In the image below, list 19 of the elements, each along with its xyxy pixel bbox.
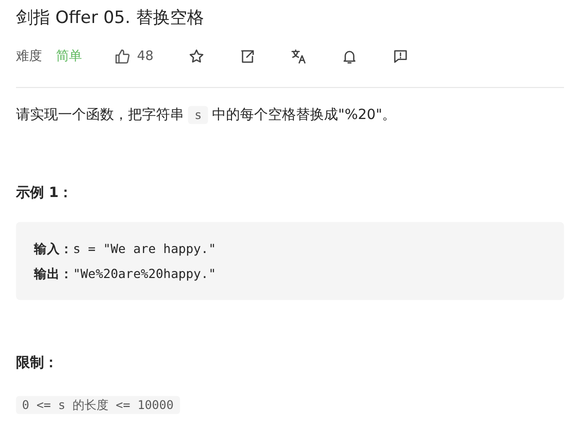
feedback-button[interactable]: [392, 48, 409, 64]
share-button[interactable]: [238, 48, 256, 64]
limits-heading: 限制：: [16, 354, 59, 372]
star-button[interactable]: [188, 48, 205, 64]
example-line: 输出："We%20are%20happy.": [34, 265, 217, 283]
star-icon: [188, 48, 205, 64]
thumbs-up-icon: [114, 48, 131, 64]
feedback-icon: [392, 48, 409, 64]
translate-button[interactable]: [290, 48, 307, 64]
translate-icon: [290, 48, 307, 64]
difficulty-value: 简单: [56, 48, 82, 65]
example-heading: 示例 1：: [16, 184, 74, 202]
like-button[interactable]: 48: [114, 48, 154, 64]
constraint-code: 0 <= s 的长度 <= 10000: [16, 396, 180, 414]
problem-title: 剑指 Offer 05. 替换空格: [16, 7, 205, 30]
problem-description: 请实现一个函数，把字符串 s 中的每个空格替换成"%20"。: [16, 105, 398, 126]
difficulty-label: 难度: [16, 48, 42, 65]
example-line: 输入：s = "We are happy.": [34, 240, 217, 258]
share-icon: [238, 48, 256, 64]
